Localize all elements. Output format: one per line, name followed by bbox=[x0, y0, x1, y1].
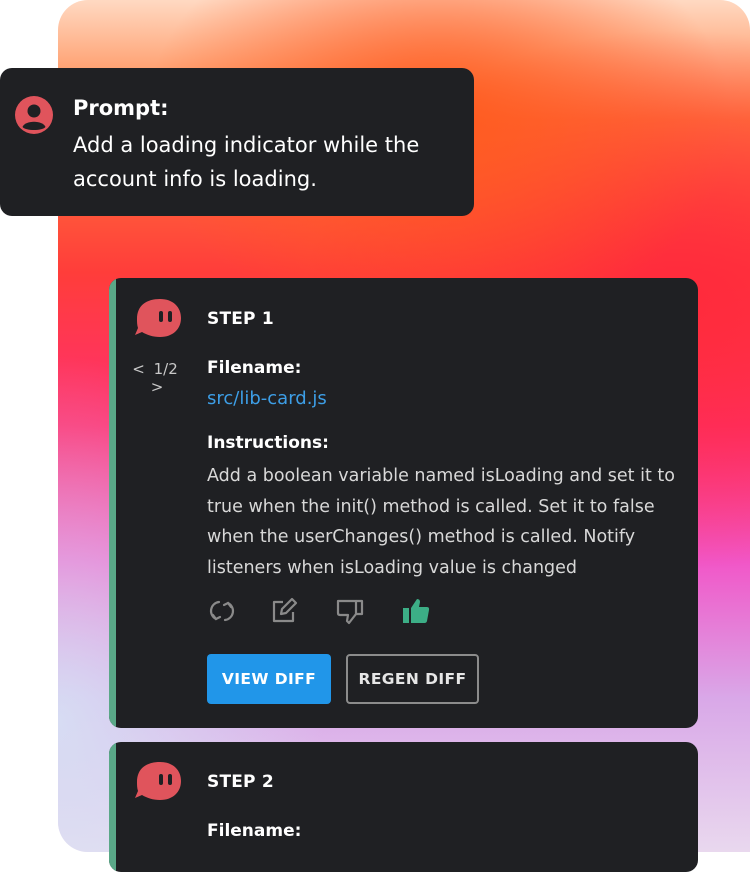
pager-next-button[interactable]: > bbox=[151, 378, 164, 396]
prompt-title: Prompt: bbox=[73, 96, 169, 120]
regenerate-icon[interactable] bbox=[207, 596, 237, 626]
ghost-mascot-icon bbox=[135, 299, 181, 337]
step-accent-bar bbox=[109, 742, 116, 872]
pager-prev-button[interactable]: < bbox=[132, 360, 145, 378]
regen-diff-button[interactable]: REGEN DIFF bbox=[346, 654, 479, 704]
step-card-1: STEP 1 < 1/2 > Filename: src/lib-card.js… bbox=[109, 278, 698, 728]
step-pager: < 1/2 > bbox=[127, 360, 187, 396]
filename-label: Filename: bbox=[207, 821, 302, 841]
edit-icon[interactable] bbox=[269, 596, 299, 626]
step-accent-bar bbox=[109, 278, 116, 728]
filename-label: Filename: bbox=[207, 358, 302, 378]
ghost-mascot-icon bbox=[135, 762, 181, 800]
instructions-label: Instructions: bbox=[207, 433, 329, 453]
user-circle-icon bbox=[15, 96, 53, 134]
filename-link[interactable]: src/lib-card.js bbox=[207, 388, 327, 409]
step-card-2: STEP 2 Filename: bbox=[109, 742, 698, 872]
step-title: STEP 1 bbox=[207, 309, 274, 329]
instructions-text: Add a boolean variable named isLoading a… bbox=[207, 466, 675, 578]
thumbs-up-icon[interactable] bbox=[401, 596, 431, 626]
prompt-text: Add a loading indicator while the accoun… bbox=[73, 133, 420, 191]
view-diff-button[interactable]: VIEW DIFF bbox=[207, 654, 331, 704]
thumbs-down-icon[interactable] bbox=[335, 596, 365, 626]
step-title: STEP 2 bbox=[207, 772, 274, 792]
pager-count: 1/2 bbox=[153, 360, 178, 378]
prompt-bubble: Prompt: Add a loading indicator while th… bbox=[0, 68, 474, 216]
